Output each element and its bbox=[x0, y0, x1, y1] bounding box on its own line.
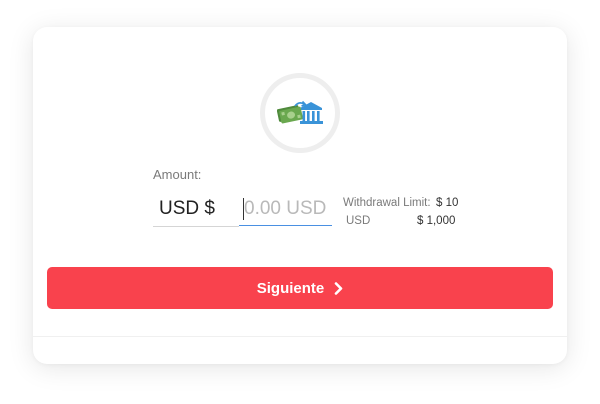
card-divider bbox=[33, 336, 567, 337]
cash-to-bank-icon bbox=[277, 100, 323, 124]
amount-label: Amount: bbox=[153, 167, 202, 182]
withdraw-card: Amount: USD $ Withdrawal Limit: $ 10 USD… bbox=[33, 27, 567, 364]
text-caret bbox=[243, 198, 244, 220]
currency-label: USD $ bbox=[159, 198, 215, 219]
withdrawal-limit-max: $ 1,000 bbox=[417, 215, 456, 227]
currency-selector[interactable]: USD $ bbox=[153, 192, 239, 227]
withdrawal-limit-unit: USD bbox=[346, 215, 371, 227]
next-button-label: Siguiente bbox=[256, 279, 325, 297]
amount-input[interactable] bbox=[239, 192, 332, 226]
next-button[interactable]: Siguiente bbox=[47, 267, 553, 309]
withdrawal-limit-min: $ 10 bbox=[436, 197, 459, 209]
withdrawal-limit-label: Withdrawal Limit: bbox=[343, 197, 431, 209]
chevron-right-icon bbox=[334, 281, 343, 295]
withdraw-icon-badge bbox=[260, 73, 340, 153]
